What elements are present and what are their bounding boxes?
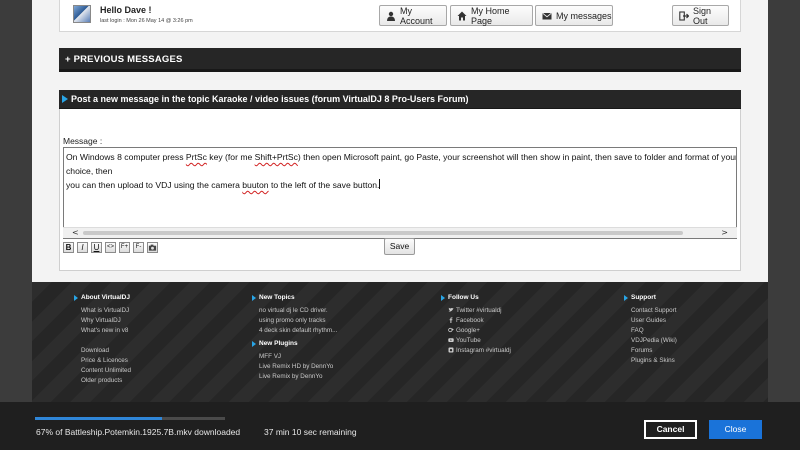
footer-support-column: Support Contact Support User Guides FAQ … [624, 294, 677, 366]
footer-link-instagram[interactable]: Instagram #virtualdj [441, 346, 511, 356]
font-size-down-button[interactable]: F- [133, 242, 144, 253]
triangle-icon [74, 294, 78, 301]
my-account-button[interactable]: My Account [379, 5, 447, 26]
footer-link[interactable]: Content Unlimited [74, 366, 131, 376]
footer-link[interactable]: What's new in v8 [74, 326, 131, 336]
triangle-icon [252, 340, 256, 347]
footer-link[interactable]: VDJPedia (Wiki) [624, 336, 677, 346]
user-icon [387, 11, 395, 21]
horizontal-scrollbar[interactable]: < > [63, 227, 737, 238]
footer-link-twitter[interactable]: Twitter #virtualdj [441, 306, 511, 316]
footer-new-topics-heading: New Topics [259, 294, 295, 301]
footer-link-youtube[interactable]: YouTube [441, 336, 511, 346]
previous-messages-label: + PREVIOUS MESSAGES [65, 54, 183, 65]
triangle-icon [252, 294, 256, 301]
message-text: On Windows 8 computer press PrtSc key (f… [66, 152, 737, 190]
footer-support-heading: Support [631, 294, 656, 301]
footer-about-column: About VirtualDJ What is VirtualDJ Why Vi… [74, 294, 131, 386]
text-caret [379, 179, 381, 189]
footer-link[interactable]: What is VirtualDJ [74, 306, 131, 316]
footer-link[interactable]: Live Remix HD by DennYo [252, 362, 337, 372]
footer-link[interactable]: Download [74, 346, 131, 356]
footer-link[interactable]: User Guides [624, 316, 677, 326]
download-progress-track [35, 417, 225, 420]
footer-link-facebook[interactable]: Facebook [441, 316, 511, 326]
footer-link[interactable]: Why VirtualDJ [74, 316, 131, 326]
triangle-icon [624, 294, 628, 301]
home-icon [457, 11, 467, 20]
footer-link[interactable]: Price & Licences [74, 356, 131, 366]
download-time-remaining: 37 min 10 sec remaining [264, 427, 357, 437]
footer-link-google-plus[interactable]: Google+ [441, 326, 511, 336]
message-label: Message : [63, 136, 103, 146]
footer-new-topics-column: New Topics no virtual dj le CD driver. u… [252, 294, 337, 382]
footer-follow-heading: Follow Us [448, 294, 479, 301]
triangle-icon [441, 294, 445, 301]
facebook-icon [449, 317, 453, 323]
my-account-label: My Account [400, 5, 433, 26]
scrollbar-thumb[interactable] [83, 231, 683, 235]
footer-link[interactable]: Live Remix by DennYo [252, 372, 337, 382]
footer-link[interactable]: no virtual dj le CD driver. [252, 306, 337, 316]
my-messages-label: My messages [556, 10, 612, 21]
sign-out-icon [679, 10, 689, 21]
previous-messages-toggle[interactable]: + PREVIOUS MESSAGES [59, 48, 741, 72]
footer-link[interactable]: Forums [624, 346, 677, 356]
camera-icon [148, 244, 157, 251]
italic-button[interactable]: I [77, 242, 88, 253]
post-title: Post a new message in the topic Karaoke … [71, 94, 469, 104]
code-button[interactable]: <> [105, 242, 116, 253]
footer-link[interactable]: MFF VJ [252, 352, 337, 362]
footer-new-plugins-heading: New Plugins [259, 340, 298, 347]
post-header: Post a new message in the topic Karaoke … [59, 90, 741, 109]
footer-link[interactable]: Older products [74, 376, 131, 386]
my-home-page-label: My Home Page [471, 5, 510, 26]
download-status: 67% of Battleship.Potemkin.1925.7B.mkv d… [36, 427, 241, 437]
twitter-icon [448, 307, 454, 312]
triangle-icon [62, 95, 68, 103]
camera-button[interactable] [147, 242, 158, 253]
bold-button[interactable]: B [63, 242, 74, 253]
google-plus-icon [448, 327, 454, 333]
last-login: last login : Mon 26 May 14 @ 3:26 pm [100, 18, 193, 24]
youtube-icon [448, 338, 454, 342]
message-textarea[interactable]: On Windows 8 computer press PrtSc key (f… [63, 147, 737, 239]
cancel-button[interactable]: Cancel [644, 420, 697, 439]
font-size-up-button[interactable]: F+ [119, 242, 130, 253]
scroll-left-icon[interactable]: < [72, 228, 79, 238]
sign-out-label: Sign Out [693, 5, 712, 26]
save-button[interactable]: Save [384, 238, 415, 255]
my-home-page-button[interactable]: My Home Page [450, 5, 533, 26]
sign-out-button[interactable]: Sign Out [672, 5, 729, 26]
close-button[interactable]: Close [709, 420, 762, 439]
site-footer: About VirtualDJ What is VirtualDJ Why Vi… [32, 282, 768, 402]
underline-button[interactable]: U [91, 242, 102, 253]
scroll-right-icon[interactable]: > [721, 228, 728, 238]
footer-link[interactable]: Contact Support [624, 306, 677, 316]
footer-link[interactable]: using promo only tracks [252, 316, 337, 326]
footer-about-heading: About VirtualDJ [81, 294, 130, 301]
footer-link[interactable]: FAQ [624, 326, 677, 336]
footer-link[interactable]: 4 deck skin default rhythm... [252, 326, 337, 336]
envelope-icon [542, 12, 552, 19]
instagram-icon [448, 347, 454, 353]
footer-follow-column: Follow Us Twitter #virtualdj Facebook Go… [441, 294, 511, 356]
footer-link[interactable]: Plugins & Skins [624, 356, 677, 366]
avatar[interactable] [73, 5, 91, 23]
greeting: Hello Dave ! [100, 5, 152, 15]
my-messages-button[interactable]: My messages [535, 5, 613, 26]
download-progress-fill [35, 417, 163, 420]
